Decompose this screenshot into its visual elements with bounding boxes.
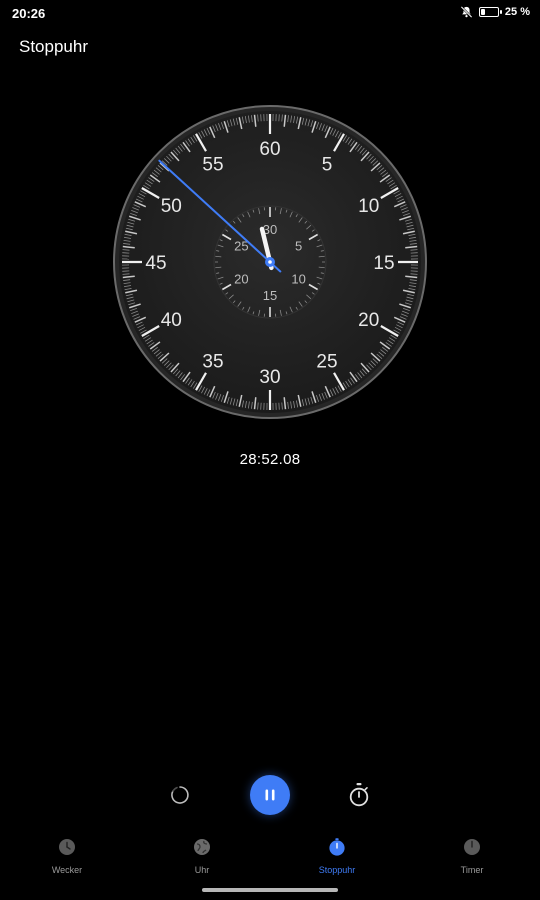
inner-label: 15	[263, 288, 277, 303]
outer-label: 25	[316, 352, 337, 373]
alarm-icon	[59, 839, 75, 855]
outer-label: 30	[259, 367, 280, 388]
stopwatch-dial: 60 5 10 15 20 25 30 35 40 45 50 55 30 5 10 15 20 25	[111, 103, 429, 421]
home-indicator[interactable]	[202, 888, 338, 892]
page-title: Stoppuhr	[19, 37, 88, 56]
outer-label: 45	[145, 253, 166, 274]
nav-item-timer[interactable]: Timer	[427, 838, 517, 878]
status-icons: 25 %	[460, 5, 530, 19]
pause-button[interactable]	[250, 775, 290, 815]
bell-muted-icon	[460, 6, 473, 18]
inner-label: 5	[295, 239, 302, 254]
pause-icon	[265, 789, 275, 801]
status-bar: 20:26 25 %	[0, 0, 540, 26]
timer-icon	[464, 839, 480, 855]
outer-label: 40	[161, 310, 182, 331]
stopwatch-dial-graphic: 60510152025303540455055 30510152025	[113, 105, 427, 419]
outer-label: 55	[202, 154, 223, 175]
reset-spinner-icon[interactable]	[168, 783, 192, 807]
controls	[0, 775, 540, 815]
nav-item-uhr[interactable]: Uhr	[157, 838, 247, 878]
outer-label: 15	[373, 253, 394, 274]
nav-label-wecker: Wecker	[51, 865, 83, 875]
nav-label-timer: Timer	[460, 865, 484, 875]
outer-label: 35	[202, 352, 223, 373]
battery-percent: 25 %	[504, 6, 530, 18]
outer-label: 60	[259, 139, 280, 160]
nav-label-uhr: Uhr	[194, 865, 210, 875]
bottom-nav: Wecker Uhr Stoppuhr Timer	[0, 838, 540, 878]
elapsed-time: 28:52.08	[239, 451, 301, 468]
outer-label: 5	[322, 154, 333, 175]
world-clock-icon	[194, 839, 210, 855]
outer-label: 20	[358, 310, 379, 331]
stopwatch-lap-icon[interactable]	[347, 782, 371, 808]
outer-label: 50	[161, 196, 182, 217]
hand-pivot-center	[268, 260, 272, 264]
inner-label: 20	[234, 272, 248, 287]
status-time: 20:26	[12, 6, 46, 21]
nav-item-wecker[interactable]: Wecker	[22, 838, 112, 878]
battery-icon	[478, 7, 502, 17]
battery-fill	[480, 9, 485, 15]
stopwatch-icon	[329, 838, 345, 856]
inner-label: 10	[291, 272, 305, 287]
nav-item-stoppuhr[interactable]: Stoppuhr	[292, 838, 382, 878]
outer-label: 10	[358, 196, 379, 217]
nav-label-stoppuhr: Stoppuhr	[318, 865, 356, 875]
